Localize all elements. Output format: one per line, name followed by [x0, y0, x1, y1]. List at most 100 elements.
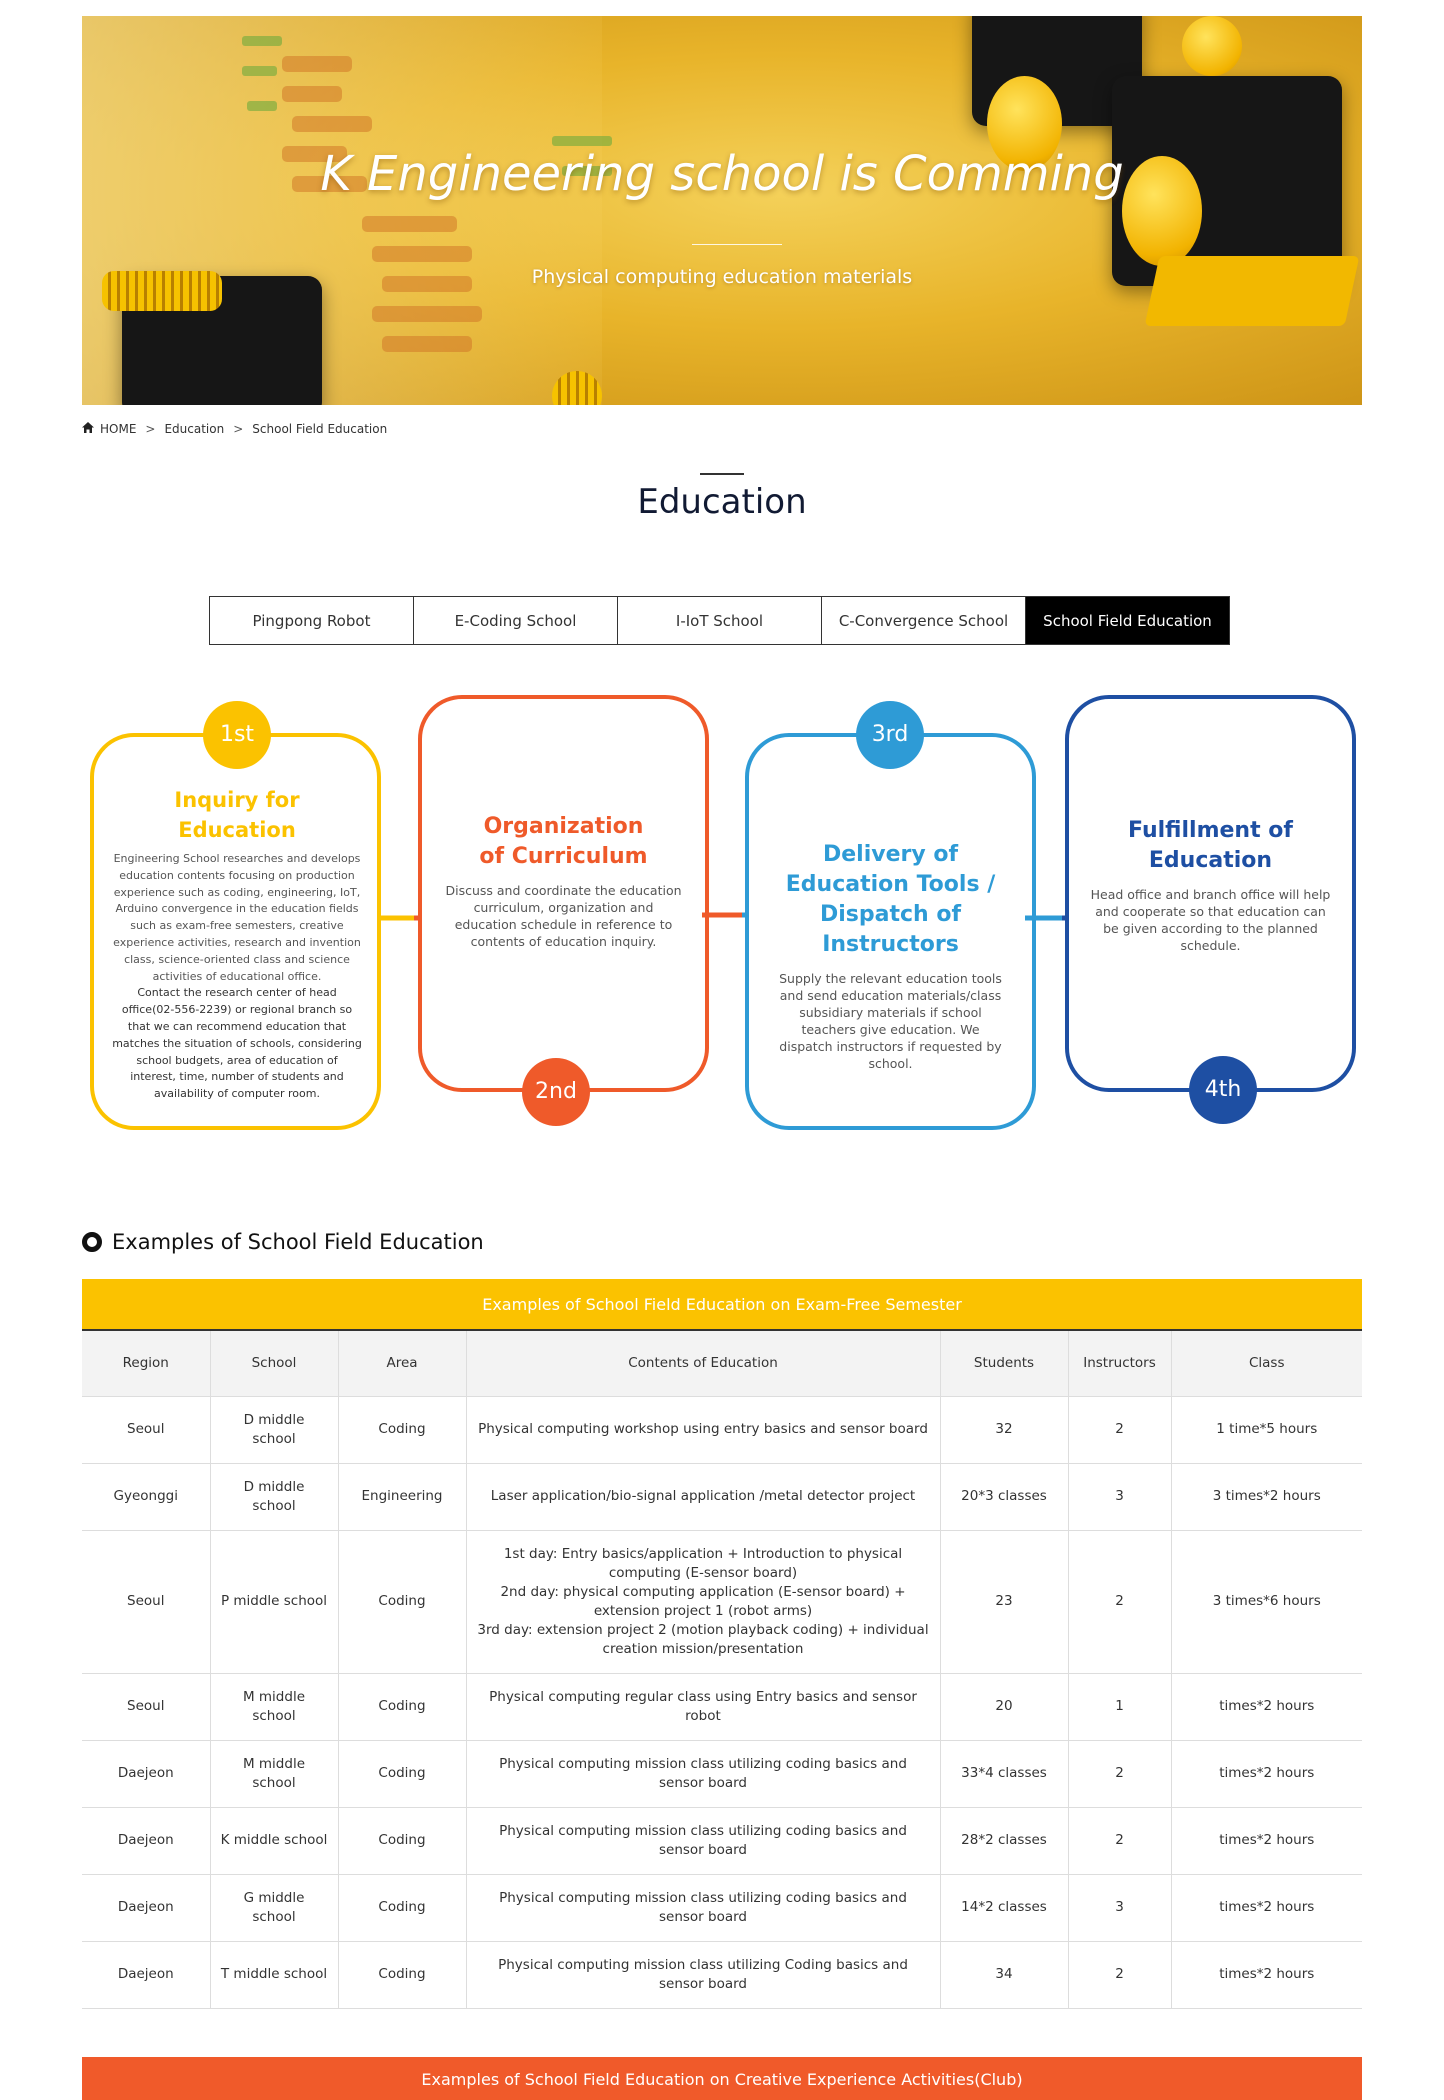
- cell-region: Daejeon: [82, 1740, 211, 1808]
- cell-students: 20*3 classes: [940, 1463, 1069, 1531]
- table-row: Gyeonggi D middle school Engineering Las…: [82, 1463, 1362, 1531]
- cell-class: 1 time*5 hours: [1171, 1396, 1362, 1464]
- breadcrumb-education[interactable]: Education: [164, 422, 224, 436]
- step1-content: Inquiry for Education Engineering School…: [112, 785, 362, 1103]
- cell-instructors: 2: [1068, 1530, 1172, 1674]
- cell-area: Coding: [338, 1673, 467, 1741]
- cell-class: times*2 hours: [1171, 1740, 1362, 1808]
- step2-badge: 2nd: [535, 1079, 577, 1104]
- table1-title: Examples of School Field Education on Ex…: [82, 1279, 1362, 1329]
- title-accent-line: [700, 473, 744, 475]
- cell-region: Daejeon: [82, 1941, 211, 2009]
- cell-contents: Physical computing regular class using E…: [466, 1673, 941, 1741]
- col-header-school: School: [210, 1329, 339, 1397]
- tab-c-convergence-school[interactable]: C-Convergence School: [821, 596, 1026, 645]
- breadcrumb: HOME > Education > School Field Educatio…: [82, 422, 387, 436]
- education-process: 1st 2nd 3rd 4th Inquiry for Education En…: [82, 690, 1362, 1150]
- cell-instructors: 2: [1068, 1740, 1172, 1808]
- cell-students: 14*2 classes: [940, 1874, 1069, 1942]
- cell-area: Coding: [338, 1941, 467, 2009]
- cell-area: Coding: [338, 1740, 467, 1808]
- col-header-instructors: Instructors: [1068, 1329, 1172, 1397]
- cell-class: 3 times*6 hours: [1171, 1530, 1362, 1674]
- cell-students: 20: [940, 1673, 1069, 1741]
- cell-contents: Laser application/bio-signal application…: [466, 1463, 941, 1531]
- col-header-contents: Contents of Education: [466, 1329, 941, 1397]
- examples-heading-text: Examples of School Field Education: [112, 1230, 484, 1254]
- cell-area: Coding: [338, 1874, 467, 1942]
- cell-region: Daejeon: [82, 1874, 211, 1942]
- table-row: Seoul D middle school Coding Physical co…: [82, 1396, 1362, 1464]
- tab-pingpong-robot[interactable]: Pingpong Robot: [209, 596, 414, 645]
- cell-students: 33*4 classes: [940, 1740, 1069, 1808]
- table-row: Daejeon T middle school Coding Physical …: [82, 1941, 1362, 2009]
- cell-area: Coding: [338, 1530, 467, 1674]
- col-header-area: Area: [338, 1329, 467, 1397]
- step1-badge: 1st: [219, 722, 255, 747]
- cell-region: Gyeonggi: [82, 1463, 211, 1531]
- home-icon[interactable]: [82, 422, 94, 436]
- cell-area: Coding: [338, 1396, 467, 1464]
- step4-content: Fulfillment of Education Head office and…: [1087, 816, 1334, 954]
- cell-students: 28*2 classes: [940, 1807, 1069, 1875]
- table2-title: Examples of School Field Education on Cr…: [82, 2057, 1362, 2100]
- breadcrumb-home[interactable]: HOME: [100, 422, 136, 436]
- breadcrumb-current[interactable]: School Field Education: [252, 422, 387, 436]
- cell-students: 23: [940, 1530, 1069, 1674]
- tab-e-coding-school[interactable]: E-Coding School: [413, 596, 618, 645]
- circle-bullet-icon: [82, 1232, 102, 1252]
- cell-instructors: 3: [1068, 1463, 1172, 1531]
- step1-title: Inquiry for Education: [174, 788, 300, 842]
- cell-instructors: 2: [1068, 1396, 1172, 1464]
- step4-description: Head office and branch office will help …: [1090, 887, 1331, 953]
- cell-class: times*2 hours: [1171, 1941, 1362, 2009]
- cell-class: 3 times*2 hours: [1171, 1463, 1362, 1531]
- examples-heading: Examples of School Field Education: [82, 1230, 484, 1254]
- banner-subtitle: Physical computing education materials: [531, 266, 913, 288]
- cell-school: D middle school: [210, 1396, 339, 1464]
- cell-contents: 1st day: Entry basics/application + Intr…: [466, 1530, 941, 1674]
- table-header-row: Region School Area Contents of Education…: [82, 1329, 1362, 1397]
- cell-instructors: 1: [1068, 1673, 1172, 1741]
- tab-school-field-education[interactable]: School Field Education: [1025, 596, 1230, 645]
- table-row: Daejeon G middle school Coding Physical …: [82, 1874, 1362, 1942]
- cell-school: D middle school: [210, 1463, 339, 1531]
- cell-students: 32: [940, 1396, 1069, 1464]
- col-header-students: Students: [940, 1329, 1069, 1397]
- step1-contact: Contact the research center of head offi…: [112, 986, 362, 1101]
- step3-content: Delivery of Education Tools / Dispatch o…: [762, 840, 1019, 1072]
- cell-region: Seoul: [82, 1396, 211, 1464]
- cell-school: P middle school: [210, 1530, 339, 1674]
- cell-contents: Physical computing workshop using entry …: [466, 1396, 941, 1464]
- cell-instructors: 3: [1068, 1874, 1172, 1942]
- tab-i-iot-school[interactable]: I-IoT School: [617, 596, 822, 645]
- step2-content: Organization of Curriculum Discuss and c…: [442, 812, 685, 950]
- cell-class: times*2 hours: [1171, 1874, 1362, 1942]
- chevron-right-icon: >: [233, 422, 244, 436]
- banner-title: K Engineering school is Comming: [320, 146, 1124, 202]
- col-header-class: Class: [1171, 1329, 1362, 1397]
- step4-title: Fulfillment of Education: [1128, 818, 1293, 873]
- cell-students: 34: [940, 1941, 1069, 2009]
- cell-region: Seoul: [82, 1530, 211, 1674]
- cell-school: M middle school: [210, 1673, 339, 1741]
- cell-instructors: 2: [1068, 1807, 1172, 1875]
- step2-description: Discuss and coordinate the education cur…: [445, 883, 682, 949]
- step1-description: Engineering School researches and develo…: [113, 852, 361, 983]
- cell-school: K middle school: [210, 1807, 339, 1875]
- banner-divider: [692, 244, 782, 245]
- cell-region: Seoul: [82, 1673, 211, 1741]
- cell-contents: Physical computing mission class utilizi…: [466, 1740, 941, 1808]
- col-header-region: Region: [82, 1329, 211, 1397]
- cell-area: Engineering: [338, 1463, 467, 1531]
- cell-contents: Physical computing mission class utilizi…: [466, 1807, 941, 1875]
- hero-banner: K Engineering school is Comming Physical…: [82, 16, 1362, 405]
- exam-free-semester-table: Region School Area Contents of Education…: [82, 1329, 1362, 2009]
- robot-wheel-3: [1182, 16, 1242, 76]
- table-row: Daejeon M middle school Coding Physical …: [82, 1740, 1362, 1808]
- cell-school: G middle school: [210, 1874, 339, 1942]
- page-title: Education: [637, 482, 807, 522]
- cell-contents: Physical computing mission class utilizi…: [466, 1874, 941, 1942]
- step2-title: Organization of Curriculum: [479, 814, 648, 869]
- cell-class: times*2 hours: [1171, 1673, 1362, 1741]
